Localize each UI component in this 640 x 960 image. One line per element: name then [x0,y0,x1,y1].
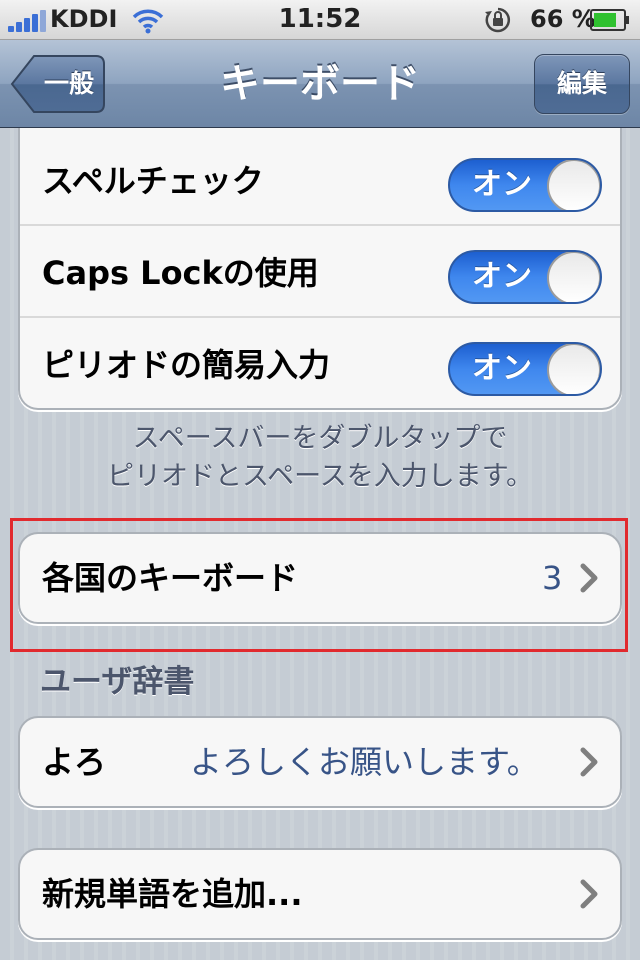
period-shortcut-toggle[interactable]: オン [448,342,602,396]
toggle-knob[interactable] [547,344,600,394]
battery-percent: 66 % [530,5,596,33]
description-line-1: スペースバーをダブルタップで [132,423,508,454]
orientation-lock-icon [485,7,511,33]
navigation-bar: 一般 キーボード 編集 [0,40,640,128]
add-word-label: 新規単語を追加... [42,875,303,913]
spellcheck-toggle[interactable]: オン [448,158,602,212]
edit-button[interactable]: 編集 [534,54,630,114]
add-word-group: 新規単語を追加... [18,848,622,940]
spellcheck-row: スペルチェック オン [20,136,620,226]
dictionary-entry-row[interactable]: よろ よろしくお願いします。 [20,718,620,806]
caps-lock-row: Caps Lockの使用 オン [20,228,620,318]
period-shortcut-description: スペースバーをダブルタップで ピリオドとスペースを入力します。 [0,420,640,496]
dictionary-shortcut: よろ [42,743,107,781]
spellcheck-label: スペルチェック [42,162,264,200]
user-dictionary-header: ユーザ辞書 [40,664,195,700]
chevron-right-icon [580,879,598,909]
dictionary-phrase: よろしくお願いします。 [190,743,539,781]
caps-lock-label: Caps Lockの使用 [42,254,319,292]
caps-lock-toggle[interactable]: オン [448,250,602,304]
period-shortcut-row: ピリオドの簡易入力 オン [20,320,620,410]
status-bar: KDDI 11:52 66 % [0,0,640,40]
description-line-2: ピリオドとスペースを入力します。 [106,461,534,492]
toggle-knob[interactable] [547,160,600,210]
add-word-row[interactable]: 新規単語を追加... [20,850,620,938]
toggle-knob[interactable] [547,252,600,302]
chevron-right-icon [580,747,598,777]
period-shortcut-label: ピリオドの簡易入力 [42,346,331,384]
keyboard-options-group: スペルチェック オン Caps Lockの使用 オン ピリオドの簡易入力 オン [18,128,622,410]
user-dictionary-group: よろ よろしくお願いします。 [18,716,622,808]
toggle-on-text: オン [472,167,532,202]
highlight-annotation [10,518,628,652]
toggle-on-text: オン [472,259,532,294]
battery-icon [590,9,629,31]
toggle-on-text: オン [472,351,532,386]
